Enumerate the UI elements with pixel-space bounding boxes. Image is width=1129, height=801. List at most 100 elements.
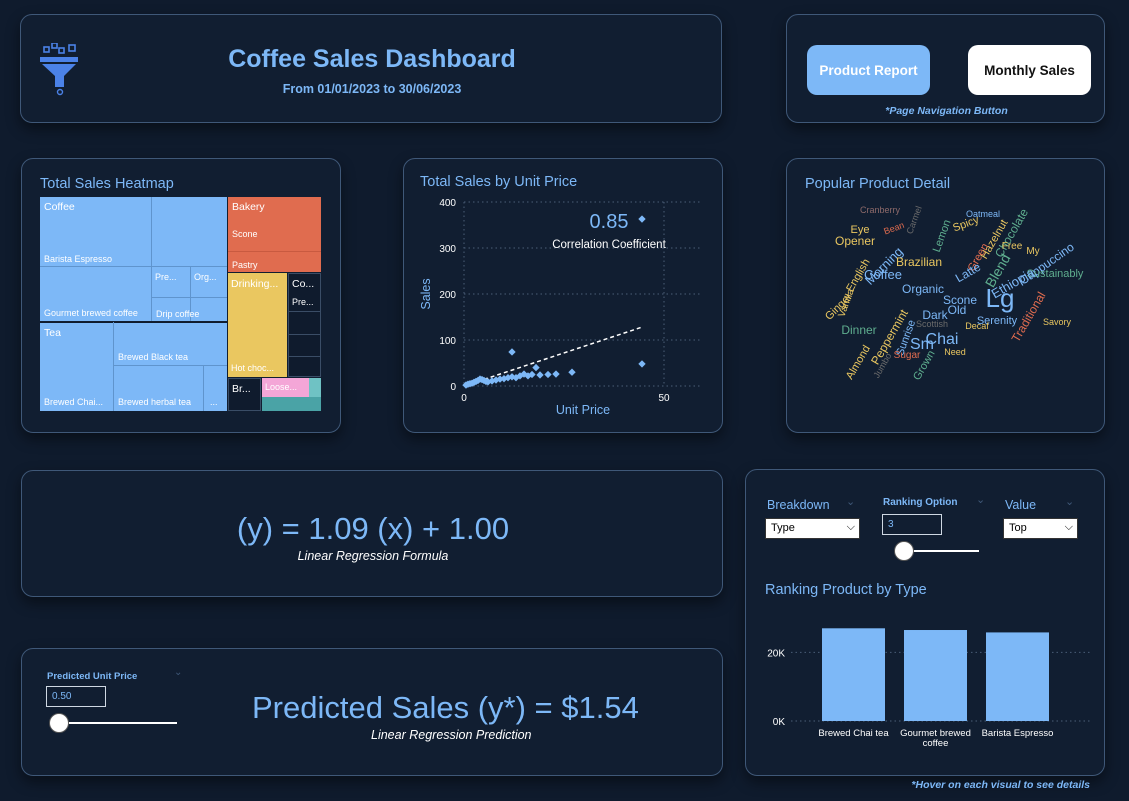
tile-label: Barista Espresso: [44, 254, 113, 264]
tile-label: Br...: [232, 383, 251, 395]
tile-coffee-small[interactable]: [152, 197, 227, 267]
tile-tea-other[interactable]: ...: [204, 366, 227, 411]
chevron-down-icon[interactable]: ⌄: [174, 667, 182, 678]
cloud-word[interactable]: Need: [944, 347, 966, 357]
tile-label: Org...: [194, 272, 217, 282]
x-tick-label: 50: [658, 393, 670, 404]
product-report-button[interactable]: Product Report: [807, 45, 930, 95]
cloud-word[interactable]: Organic: [902, 282, 944, 296]
cloud-word[interactable]: My: [1026, 246, 1039, 257]
tile-label: Pre...: [292, 297, 314, 307]
y-tick-label: 0: [450, 382, 456, 393]
scatter-point[interactable]: [568, 368, 576, 376]
tile-label: Gourmet brewed coffee: [44, 308, 138, 318]
scatter-point[interactable]: [532, 363, 540, 372]
x-axis-label: Unit Price: [556, 403, 610, 417]
tile-label: Scone: [232, 229, 258, 239]
cloud-word[interactable]: Almond: [844, 343, 873, 381]
cloud-word[interactable]: Spicy: [951, 214, 981, 235]
bar[interactable]: [904, 630, 967, 721]
scatter-point[interactable]: [638, 215, 646, 223]
tile-label: Bakery: [232, 201, 265, 213]
wordcloud-card[interactable]: Popular Product Detail Cranberry Carmel Oa…: [786, 158, 1105, 433]
y-tick-label: 0K: [773, 717, 786, 728]
tile-pastry[interactable]: Pastry: [228, 251, 321, 272]
tile-label: Loose...: [265, 382, 298, 392]
tile-brewed-black[interactable]: Brewed Black tea: [114, 322, 227, 366]
tile-drinking-chocolate[interactable]: Drinking... Hot choc...: [228, 273, 287, 377]
cloud-word[interactable]: Dinner: [841, 323, 876, 337]
ranking-bar-chart[interactable]: 0K20KBrewed Chai tea Gourmet brewedcoffee…: [746, 470, 1106, 777]
cloud-word[interactable]: Brazilian: [896, 255, 942, 269]
correlation-value: 0.85: [590, 211, 629, 233]
cloud-word[interactable]: Carmel: [905, 205, 924, 236]
price-slider-track[interactable]: [58, 722, 177, 724]
y-tick-label: 200: [439, 290, 456, 301]
cloud-word[interactable]: Coffee: [864, 267, 902, 282]
prediction-card: Predicted Unit Price ⌄ Predicted Sales (…: [21, 648, 723, 776]
tile-label: Pastry: [232, 260, 258, 270]
cloud-word[interactable]: Sugar: [894, 350, 921, 361]
cloud-word[interactable]: Decaf: [965, 321, 989, 331]
scatter-point[interactable]: [552, 370, 560, 378]
tile-brewed-herbal[interactable]: Brewed herbal tea: [114, 366, 204, 411]
regression-formula: (y) = 1.09 (x) + 1.00: [236, 511, 510, 546]
tile-label: Brewed Black tea: [118, 352, 189, 362]
scatter-point[interactable]: [536, 371, 544, 379]
heatmap-card[interactable]: Total Sales Heatmap Coffee Barista Espre…: [21, 158, 341, 433]
bar[interactable]: [822, 628, 885, 721]
category-label: Brewed Chai tea: [818, 728, 889, 739]
tile-teal-light[interactable]: [309, 378, 321, 397]
scatter-plot[interactable]: 0 100 200 300 400 0 50 Unit Price Sales 0.85 Corre…: [404, 159, 724, 434]
monthly-sales-button[interactable]: Monthly Sales: [968, 45, 1091, 95]
cloud-word[interactable]: Old: [948, 303, 967, 317]
formula-caption: Linear Regression Formula: [297, 549, 449, 563]
scatter-point[interactable]: [508, 348, 516, 356]
word-cloud[interactable]: Cranberry Carmel OatmealSpicyBeanEyeOpener…: [787, 159, 1106, 434]
tile-gourmet[interactable]: Gourmet brewed coffee: [40, 267, 152, 321]
scatter-point[interactable]: [638, 360, 646, 368]
scatter-point[interactable]: [544, 370, 552, 379]
cloud-word[interactable]: Cranberry: [860, 205, 901, 215]
tile-barista-espresso[interactable]: Barista Espresso: [40, 197, 152, 267]
cloud-word[interactable]: Bean: [882, 220, 905, 237]
tile-label: Drinking...: [231, 278, 279, 290]
category-label: Barista Espresso: [982, 728, 1054, 739]
predicted-unit-price-input[interactable]: [46, 686, 106, 707]
x-tick-label: 0: [461, 393, 467, 404]
tile-drip[interactable]: Drip coffee: [152, 297, 227, 321]
tile-brewed-chai[interactable]: Brewed Chai...: [40, 322, 114, 411]
tile-label: Co...: [292, 278, 315, 290]
tile-label: Hot choc...: [231, 363, 275, 373]
bar[interactable]: [986, 632, 1049, 721]
hover-note: *Hover on each visual to see details: [911, 779, 1090, 791]
header-card: Coffee Sales Dashboard From 01/01/2023 t…: [20, 14, 722, 123]
cloud-word[interactable]: Opener: [835, 234, 875, 248]
tile-organic[interactable]: Org...: [191, 267, 227, 297]
treemap[interactable]: Coffee Barista Espresso Pre... Org... Go…: [40, 197, 321, 411]
y-axis-label: Sales: [419, 278, 433, 309]
y-tick-label: 400: [439, 198, 456, 209]
tile-small-grid[interactable]: [288, 311, 321, 377]
correlation-label: Correlation Coefficient: [552, 239, 666, 251]
tile-teal[interactable]: [262, 397, 321, 411]
ranking-card[interactable]: Breakdown ⌄ Type ⌵ Ranking Option ⌄ Valu…: [745, 469, 1105, 776]
tile-branded[interactable]: Br...: [228, 378, 261, 411]
tile-loose-tea[interactable]: Loose...: [262, 378, 309, 397]
trend-line: [463, 326, 643, 387]
cloud-word[interactable]: Savory: [1043, 317, 1072, 327]
cloud-word[interactable]: Scottish: [916, 319, 948, 329]
tile-scone[interactable]: Scone: [228, 225, 321, 251]
tile-label: Drip coffee: [156, 309, 200, 319]
y-tick-label: 100: [439, 336, 456, 347]
price-slider-handle[interactable]: [49, 713, 69, 733]
predicted-unit-price-label: Predicted Unit Price: [47, 671, 138, 682]
cloud-word[interactable]: Free: [1002, 241, 1023, 252]
y-tick-label: 20K: [767, 648, 785, 659]
tile-label: Brewed herbal tea: [118, 397, 192, 407]
cloud-word[interactable]: Lemon: [931, 218, 954, 254]
tile-label: Brewed Chai...: [44, 397, 104, 407]
date-range: From 01/01/2023 to 30/06/2023: [282, 82, 462, 96]
tile-label: ...: [210, 397, 218, 407]
scatter-card[interactable]: Total Sales by Unit Price 0 100 200 300 400 0…: [403, 158, 723, 433]
